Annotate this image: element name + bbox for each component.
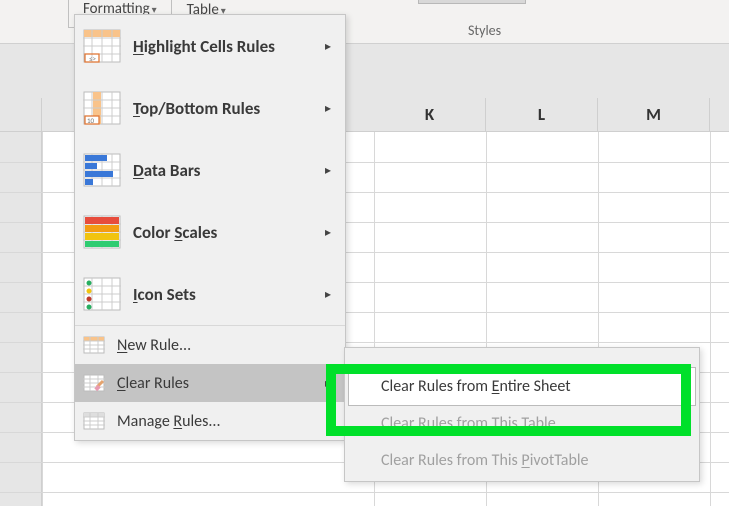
- menu-item-highlight-cells[interactable]: ≤> Highlight Cells Rules ▸: [75, 15, 345, 77]
- conditional-formatting-menu: ≤> Highlight Cells Rules ▸ 10 Top/Bottom…: [74, 14, 346, 441]
- menu-item-label: Color Scales: [123, 222, 325, 243]
- icon-sets-icon: [81, 275, 123, 313]
- highlight-cells-icon: ≤>: [81, 27, 123, 65]
- menu-item-color-scales[interactable]: Color Scales ▸: [75, 201, 345, 263]
- clear-rules-submenu: Clear Rules from Selected Cells Clear Ru…: [344, 347, 700, 482]
- column-header[interactable]: L: [486, 98, 598, 131]
- menu-item-top-bottom[interactable]: 10 Top/Bottom Rules ▸: [75, 77, 345, 139]
- submenu-item-clear-this-table: Clear Rules from This Table: [345, 405, 699, 442]
- ribbon-group-label-styles: Styles: [468, 22, 501, 39]
- menu-item-icon-sets[interactable]: Icon Sets ▸: [75, 263, 345, 325]
- select-all-corner[interactable]: [0, 98, 42, 131]
- submenu-arrow-icon: ▸: [325, 39, 331, 54]
- menu-item-manage-rules[interactable]: Manage Rules...: [75, 402, 345, 440]
- menu-item-label: Data Bars: [123, 160, 325, 181]
- submenu-item-clear-this-pivottable: Clear Rules from This PivotTable: [345, 442, 699, 479]
- menu-item-label: Highlight Cells Rules: [123, 36, 325, 57]
- menu-item-label: New Rule...: [107, 336, 335, 355]
- menu-item-data-bars[interactable]: Data Bars ▸: [75, 139, 345, 201]
- svg-text:≤>: ≤>: [89, 54, 96, 63]
- menu-item-label: Top/Bottom Rules: [123, 98, 325, 119]
- column-header[interactable]: M: [598, 98, 710, 131]
- cell-styles-preview[interactable]: [418, 0, 526, 4]
- new-rule-icon: [81, 334, 107, 356]
- data-bars-icon: [81, 151, 123, 189]
- submenu-arrow-icon: ▸: [325, 163, 331, 178]
- top-bottom-icon: 10: [81, 89, 123, 127]
- menu-item-label: Icon Sets: [123, 284, 325, 305]
- submenu-arrow-icon: ▸: [325, 376, 331, 391]
- svg-text:10: 10: [87, 116, 95, 125]
- menu-item-new-rule[interactable]: New Rule...: [75, 326, 345, 364]
- submenu-item-clear-entire-sheet[interactable]: Clear Rules from Entire Sheet: [349, 368, 695, 405]
- color-scales-icon: [81, 213, 123, 251]
- menu-item-clear-rules[interactable]: Clear Rules ▸: [75, 364, 345, 402]
- submenu-arrow-icon: ▸: [325, 225, 331, 240]
- row-headers[interactable]: [0, 132, 42, 506]
- menu-item-label: Clear Rules: [107, 374, 325, 393]
- manage-rules-icon: [81, 410, 107, 432]
- submenu-arrow-icon: ▸: [325, 101, 331, 116]
- menu-item-label: Manage Rules...: [107, 412, 335, 431]
- column-header[interactable]: K: [374, 98, 486, 131]
- clear-rules-icon: [81, 372, 107, 394]
- submenu-arrow-icon: ▸: [325, 287, 331, 302]
